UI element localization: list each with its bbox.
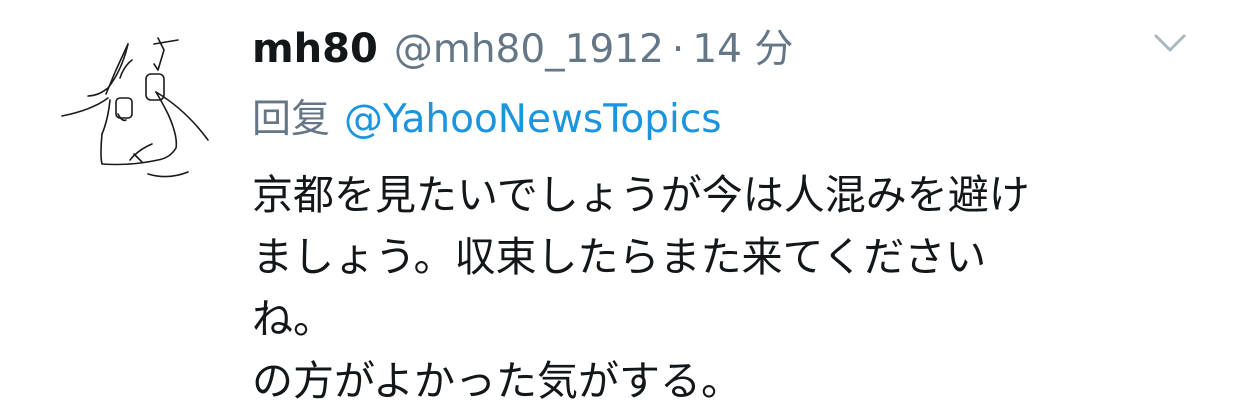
separator-dot: ·: [671, 27, 685, 72]
avatar[interactable]: [58, 30, 226, 198]
user-handle[interactable]: @mh80_1912: [394, 27, 664, 72]
avatar-sketch-icon: [61, 37, 209, 178]
more-options-button[interactable]: [1150, 26, 1190, 62]
tweet-header: mh80 @mh80_1912 · 14 分: [252, 18, 793, 74]
timestamp[interactable]: 14 分: [692, 18, 793, 74]
tweet-text-line: の方がよかった気がする。: [252, 357, 742, 405]
tweet-text: 京都を見たいでしょうが今は人混みを避け ましょう。収束したらまた来てください ね…: [252, 164, 1212, 412]
tweet-text-line: ね。: [252, 295, 334, 343]
tweet-text-line: ましょう。収束したらまた来てください: [252, 233, 987, 281]
reply-label: 回复: [252, 97, 331, 142]
tweet[interactable]: mh80 @mh80_1912 · 14 分 回复 @YahooNewsTopic…: [0, 0, 1242, 418]
chevron-down-icon: [1154, 34, 1186, 52]
tweet-text-line: 京都を見たいでしょうが今は人混みを避け: [252, 171, 1030, 219]
reply-context: 回复 @YahooNewsTopics: [252, 88, 722, 144]
display-name[interactable]: mh80: [252, 26, 378, 72]
reply-to-link[interactable]: @YahooNewsTopics: [344, 97, 722, 142]
